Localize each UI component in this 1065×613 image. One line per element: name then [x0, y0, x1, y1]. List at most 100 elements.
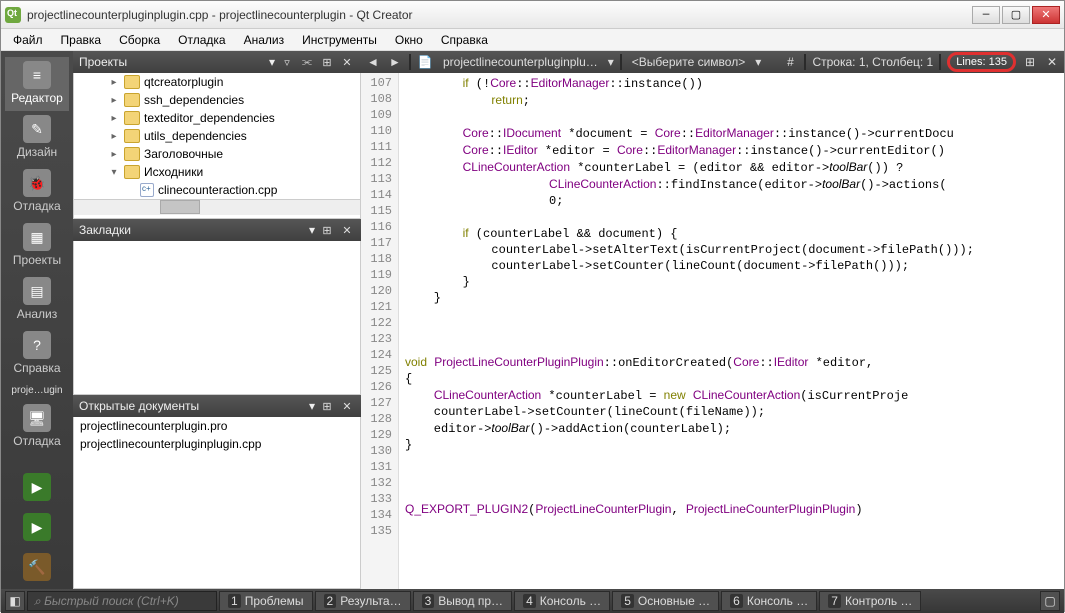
- project-selector[interactable]: proje…ugin: [5, 381, 69, 400]
- pound-button[interactable]: #: [782, 54, 798, 70]
- chevron-down-icon[interactable]: ▾: [608, 55, 614, 69]
- expander-icon[interactable]: ▾: [108, 167, 120, 178]
- pane-close-icon[interactable]: ✕: [339, 222, 355, 238]
- folder-icon: [124, 147, 140, 161]
- tree-row[interactable]: ▸texteditor_dependencies: [74, 109, 360, 127]
- pane-split-icon[interactable]: ⊞: [319, 54, 335, 70]
- mode-projects-label: Проекты: [13, 253, 61, 267]
- mode-bar: ≡Редактор ✎Дизайн 🐞Отладка ▦ Проекты ▤Ана…: [1, 51, 73, 589]
- close-editor-icon[interactable]: ✕: [1044, 54, 1060, 70]
- menu-help[interactable]: Справка: [433, 31, 496, 49]
- file-icon: 📄: [417, 54, 433, 70]
- menu-analyze[interactable]: Анализ: [236, 31, 293, 49]
- opendocs-panel-title[interactable]: Открытые документы: [79, 399, 305, 413]
- tab-label: Основные …: [638, 594, 710, 608]
- pane-link-icon[interactable]: ⫘: [299, 54, 315, 70]
- projects-icon: ▦: [23, 223, 51, 251]
- mode-editor[interactable]: ≡Редактор: [5, 57, 69, 111]
- hammer-icon: 🔨: [23, 553, 51, 581]
- menu-file[interactable]: Файл: [5, 31, 51, 49]
- output-tab[interactable]: 1Проблемы: [219, 591, 313, 611]
- locator-input[interactable]: ⌕ Быстрый поиск (Ctrl+K): [27, 591, 217, 611]
- editor-file-selector[interactable]: projectlinecounterpluginplu…: [439, 55, 602, 69]
- bookmarks-panel-title[interactable]: Закладки: [79, 223, 305, 237]
- target-debug[interactable]: 🖥Отладка: [5, 400, 69, 454]
- menu-window[interactable]: Окно: [387, 31, 431, 49]
- tab-label: Консоль …: [747, 594, 808, 608]
- tree-label: clinecounteraction.cpp: [158, 183, 277, 197]
- run-button[interactable]: ▶: [5, 469, 69, 509]
- output-tab[interactable]: 7Контроль …: [819, 591, 921, 611]
- mode-help[interactable]: ?Справка: [5, 327, 69, 381]
- run-debug-button[interactable]: ▶: [5, 509, 69, 549]
- close-button[interactable]: ✕: [1032, 6, 1060, 24]
- mode-help-label: Справка: [13, 361, 60, 375]
- tree-row[interactable]: ▸utils_dependencies: [74, 127, 360, 145]
- tree-row[interactable]: ▸qtcreatorplugin: [74, 73, 360, 91]
- expander-icon[interactable]: ▸: [108, 95, 120, 106]
- mode-projects[interactable]: ▦ Проекты: [5, 219, 69, 273]
- project-tree[interactable]: ▸qtcreatorplugin▸ssh_dependencies▸texted…: [73, 73, 361, 219]
- output-tab[interactable]: 3Вывод пр…: [413, 591, 512, 611]
- chevron-down-icon[interactable]: ▾: [309, 399, 315, 413]
- code-content[interactable]: if (!Core::EditorManager::instance()) re…: [399, 73, 1064, 589]
- projects-panel-title[interactable]: Проекты: [79, 55, 265, 69]
- minimize-button[interactable]: —: [972, 6, 1000, 24]
- nav-forward-button[interactable]: ►: [387, 54, 403, 70]
- bookmarks-pane: [73, 241, 361, 395]
- design-icon: ✎: [23, 115, 51, 143]
- expander-icon[interactable]: ▸: [108, 131, 120, 142]
- analyze-icon: ▤: [23, 277, 51, 305]
- expander-icon[interactable]: ▸: [108, 113, 120, 124]
- output-tab[interactable]: 6Консоль …: [721, 591, 817, 611]
- folder-icon: [124, 165, 140, 179]
- run-icon: ▶: [23, 473, 51, 501]
- window-title: projectlinecounterpluginplugin.cpp - pro…: [27, 8, 972, 22]
- mode-editor-label: Редактор: [11, 91, 63, 105]
- menu-build[interactable]: Сборка: [111, 31, 168, 49]
- pane-filter-icon[interactable]: ▿: [279, 54, 295, 70]
- maximize-button[interactable]: ▢: [1002, 6, 1030, 24]
- output-tab[interactable]: 2Результа…: [315, 591, 411, 611]
- output-tab[interactable]: 5Основные …: [612, 591, 719, 611]
- pane-close-icon[interactable]: ✕: [339, 54, 355, 70]
- symbol-selector[interactable]: <Выберите символ>: [628, 55, 749, 69]
- chevron-down-icon[interactable]: ▾: [755, 55, 761, 69]
- pane-split-icon[interactable]: ⊞: [319, 398, 335, 414]
- target-debug-label: Отладка: [13, 434, 60, 448]
- expander-icon[interactable]: ▸: [108, 77, 120, 88]
- output-tab[interactable]: 4Консоль …: [514, 591, 610, 611]
- tree-row[interactable]: ▸ssh_dependencies: [74, 91, 360, 109]
- locator-placeholder: Быстрый поиск (Ctrl+K): [44, 594, 179, 608]
- opendocs-panel-header: Открытые документы ▾ ⊞ ✕: [73, 395, 361, 417]
- menu-tools[interactable]: Инструменты: [294, 31, 385, 49]
- cpp-file-icon: [140, 183, 154, 197]
- cursor-position[interactable]: Строка: 1, Столбец: 1: [812, 55, 933, 69]
- open-document-item[interactable]: projectlinecounterplugin.pro: [74, 417, 360, 435]
- expander-icon[interactable]: ▸: [108, 149, 120, 160]
- folder-icon: [124, 75, 140, 89]
- mode-debug[interactable]: 🐞Отладка: [5, 165, 69, 219]
- mode-analyze[interactable]: ▤Анализ: [5, 273, 69, 327]
- menu-edit[interactable]: Правка: [53, 31, 110, 49]
- pane-close-icon[interactable]: ✕: [339, 398, 355, 414]
- pane-split-icon[interactable]: ⊞: [319, 222, 335, 238]
- mode-design[interactable]: ✎Дизайн: [5, 111, 69, 165]
- chevron-down-icon[interactable]: ▾: [309, 223, 315, 237]
- toggle-sidebar-button[interactable]: ◧: [5, 591, 25, 611]
- code-editor[interactable]: 1071081091101111121131141151161171181191…: [361, 73, 1064, 589]
- tree-hscrollbar[interactable]: [74, 199, 360, 215]
- open-document-item[interactable]: projectlinecounterpluginplugin.cpp: [74, 435, 360, 453]
- tree-row[interactable]: ▸Заголовочные: [74, 145, 360, 163]
- split-editor-icon[interactable]: ⊞: [1022, 54, 1038, 70]
- menu-debug[interactable]: Отладка: [170, 31, 233, 49]
- build-button[interactable]: 🔨: [5, 549, 69, 589]
- lines-counter-badge: Lines: 135: [947, 52, 1016, 72]
- tab-label: Проблемы: [245, 594, 304, 608]
- tree-row[interactable]: ▾Исходники: [74, 163, 360, 181]
- nav-back-button[interactable]: ◄: [365, 54, 381, 70]
- output-expand-button[interactable]: ▢: [1040, 591, 1060, 611]
- app-icon: [5, 7, 21, 23]
- tree-row[interactable]: clinecounteraction.cpp: [74, 181, 360, 199]
- chevron-down-icon[interactable]: ▾: [269, 55, 275, 69]
